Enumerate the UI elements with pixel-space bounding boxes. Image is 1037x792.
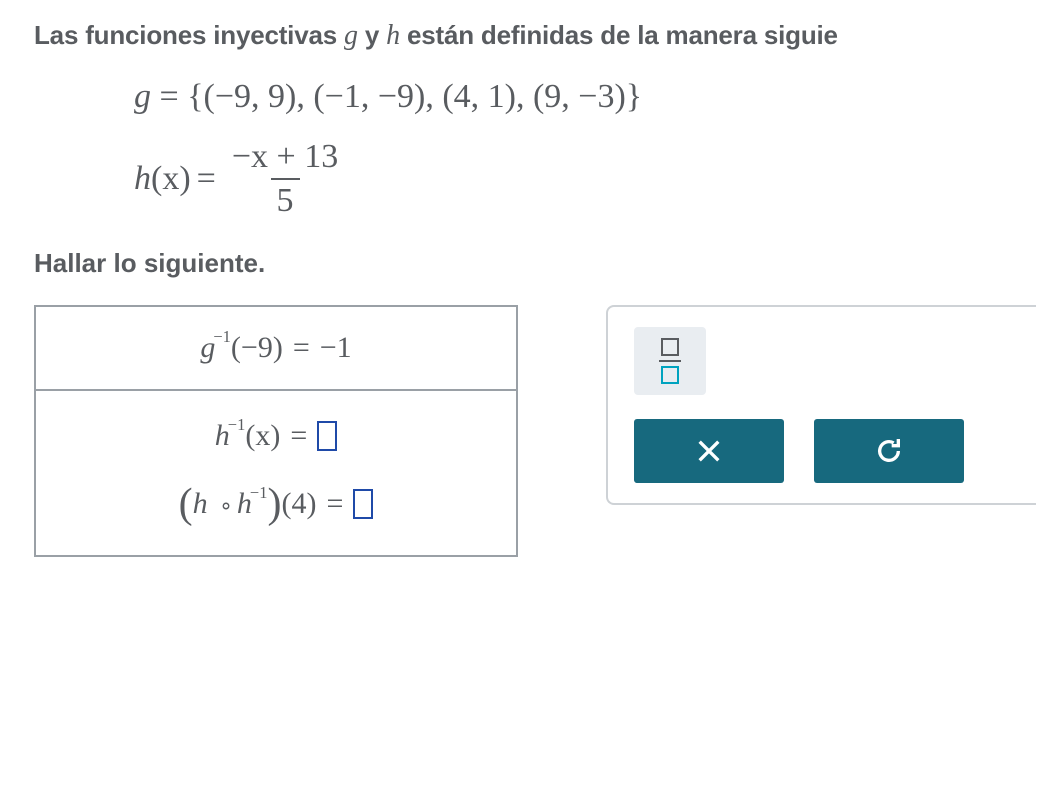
prompt-text-post: están definidas de la manera siguie (400, 20, 838, 50)
var-g: g (344, 20, 358, 51)
r1-exp: −1 (213, 327, 231, 346)
var-h: h (386, 20, 400, 51)
g-set: {(−9, 9), (−1, −9), (4, 1), (9, −3)} (187, 78, 642, 115)
r3-open: ( (179, 481, 193, 527)
r3-eq: = (326, 487, 343, 521)
r3-op: ∘ (215, 493, 237, 518)
answer-row-2: h−1(x) = (215, 419, 337, 453)
r2-eq: = (290, 419, 307, 453)
r1-value[interactable]: −1 (320, 331, 352, 365)
r3-input[interactable] (353, 489, 373, 519)
instruction: Hallar lo siguiente. (34, 248, 1037, 279)
close-icon (693, 435, 725, 467)
prompt-text-mid: y (358, 20, 386, 50)
h-definition: h(x) = −x + 13 5 (134, 138, 1037, 220)
prompt-text-pre: Las funciones inyectivas (34, 20, 344, 50)
problem-prompt: Las funciones inyectivas g y h están def… (34, 20, 1037, 52)
r3-close: ) (267, 481, 281, 527)
equals: = (197, 160, 216, 198)
r3-a: h (193, 487, 208, 520)
r2-exp: −1 (228, 415, 246, 434)
fraction-tool-button[interactable] (634, 327, 706, 395)
r1-eq: = (293, 331, 310, 365)
toolbar-palette (606, 305, 1036, 505)
h-lhs-var: h (134, 160, 151, 197)
h-denominator: 5 (271, 178, 300, 220)
r1-arg: (−9) (231, 331, 283, 364)
fraction-icon (659, 338, 681, 384)
answer-row-3: (h ∘h−1)(4) = (179, 487, 374, 521)
undo-icon (873, 435, 905, 467)
clear-button[interactable] (634, 419, 784, 483)
answer-table: g−1(−9) = −1 h−1(x) = (h ∘h−1)(4) = (34, 305, 518, 557)
g-lhs: g (134, 78, 151, 115)
r3-arg: (4) (281, 487, 316, 520)
undo-button[interactable] (814, 419, 964, 483)
h-fraction: −x + 13 5 (226, 138, 344, 220)
h-numerator: −x + 13 (226, 138, 344, 178)
equals: = (160, 78, 179, 115)
r2-arg: (x) (245, 419, 280, 452)
answer-row-group: h−1(x) = (h ∘h−1)(4) = (36, 391, 516, 555)
answer-row-1: g−1(−9) = −1 (36, 307, 516, 391)
r3-bexp: −1 (250, 483, 268, 502)
g-definition: g = {(−9, 9), (−1, −9), (4, 1), (9, −3)} (134, 78, 1037, 116)
h-lhs-arg: (x) (151, 160, 191, 197)
r2-input[interactable] (317, 421, 337, 451)
